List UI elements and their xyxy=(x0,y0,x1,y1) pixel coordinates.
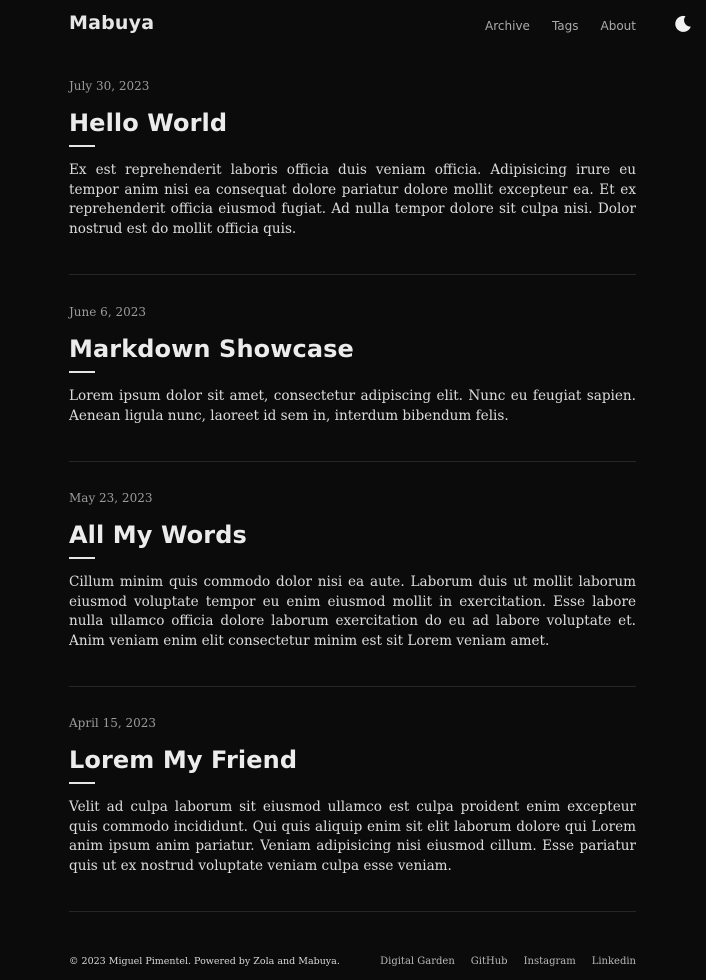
zola-link[interactable]: Zola xyxy=(253,956,274,967)
footer-copyright: © 2023 Miguel Pimentel. Powered by Zola … xyxy=(69,956,340,967)
footer-link-linkedin[interactable]: Linkedin xyxy=(592,956,636,967)
nav-tags[interactable]: Tags xyxy=(552,19,579,33)
post-title-link[interactable]: Lorem My Friend xyxy=(69,746,636,774)
post-summary: Ex est reprehenderit laboris officia dui… xyxy=(69,162,636,237)
nav-about[interactable]: About xyxy=(601,19,636,33)
site-title-link[interactable]: Mabuya xyxy=(69,12,154,34)
title-underline xyxy=(69,782,95,784)
post-date: July 30, 2023 xyxy=(69,79,150,93)
and-text: and xyxy=(274,956,299,967)
nav-archive[interactable]: Archive xyxy=(485,19,530,33)
copyright-text: © 2023 Miguel Pimentel. Powered by xyxy=(69,956,254,967)
footer-link-instagram[interactable]: Instagram xyxy=(524,956,576,967)
post-item: July 30, 2023 Hello World Ex est reprehe… xyxy=(69,79,636,239)
post-item: May 23, 2023 All My Words Cillum minim q… xyxy=(69,491,636,651)
post-summary: Velit ad culpa laborum sit eiusmod ullam… xyxy=(69,799,636,874)
title-underline xyxy=(69,145,95,147)
footer-link-digital-garden[interactable]: Digital Garden xyxy=(380,956,455,967)
moon-icon[interactable] xyxy=(673,14,693,34)
post-title-link[interactable]: Markdown Showcase xyxy=(69,335,636,363)
title-underline xyxy=(69,557,95,559)
post-item: June 6, 2023 Markdown Showcase Lorem ips… xyxy=(69,305,636,426)
post-title-link[interactable]: All My Words xyxy=(69,521,636,549)
site-header: Mabuya Archive Tags About xyxy=(0,0,706,52)
post-title-link[interactable]: Hello World xyxy=(69,109,636,137)
footer-divider xyxy=(69,911,636,912)
mabuya-link[interactable]: Mabuya xyxy=(298,956,337,967)
post-summary: Lorem ipsum dolor sit amet, consectetur … xyxy=(69,388,636,424)
post-date: May 23, 2023 xyxy=(69,491,153,505)
main-nav: Archive Tags About xyxy=(485,19,636,33)
footer-link-github[interactable]: GitHub xyxy=(471,956,508,967)
post-date: April 15, 2023 xyxy=(69,716,157,730)
post-divider xyxy=(69,461,636,462)
post-date: June 6, 2023 xyxy=(69,305,146,319)
post-summary: Cillum minim quis commodo dolor nisi ea … xyxy=(69,574,636,649)
post-divider xyxy=(69,274,636,275)
title-underline xyxy=(69,371,95,373)
period-text: . xyxy=(336,956,340,967)
footer-links: Digital Garden GitHub Instagram Linkedin xyxy=(380,956,636,967)
post-item: April 15, 2023 Lorem My Friend Velit ad … xyxy=(69,716,636,876)
post-divider xyxy=(69,686,636,687)
